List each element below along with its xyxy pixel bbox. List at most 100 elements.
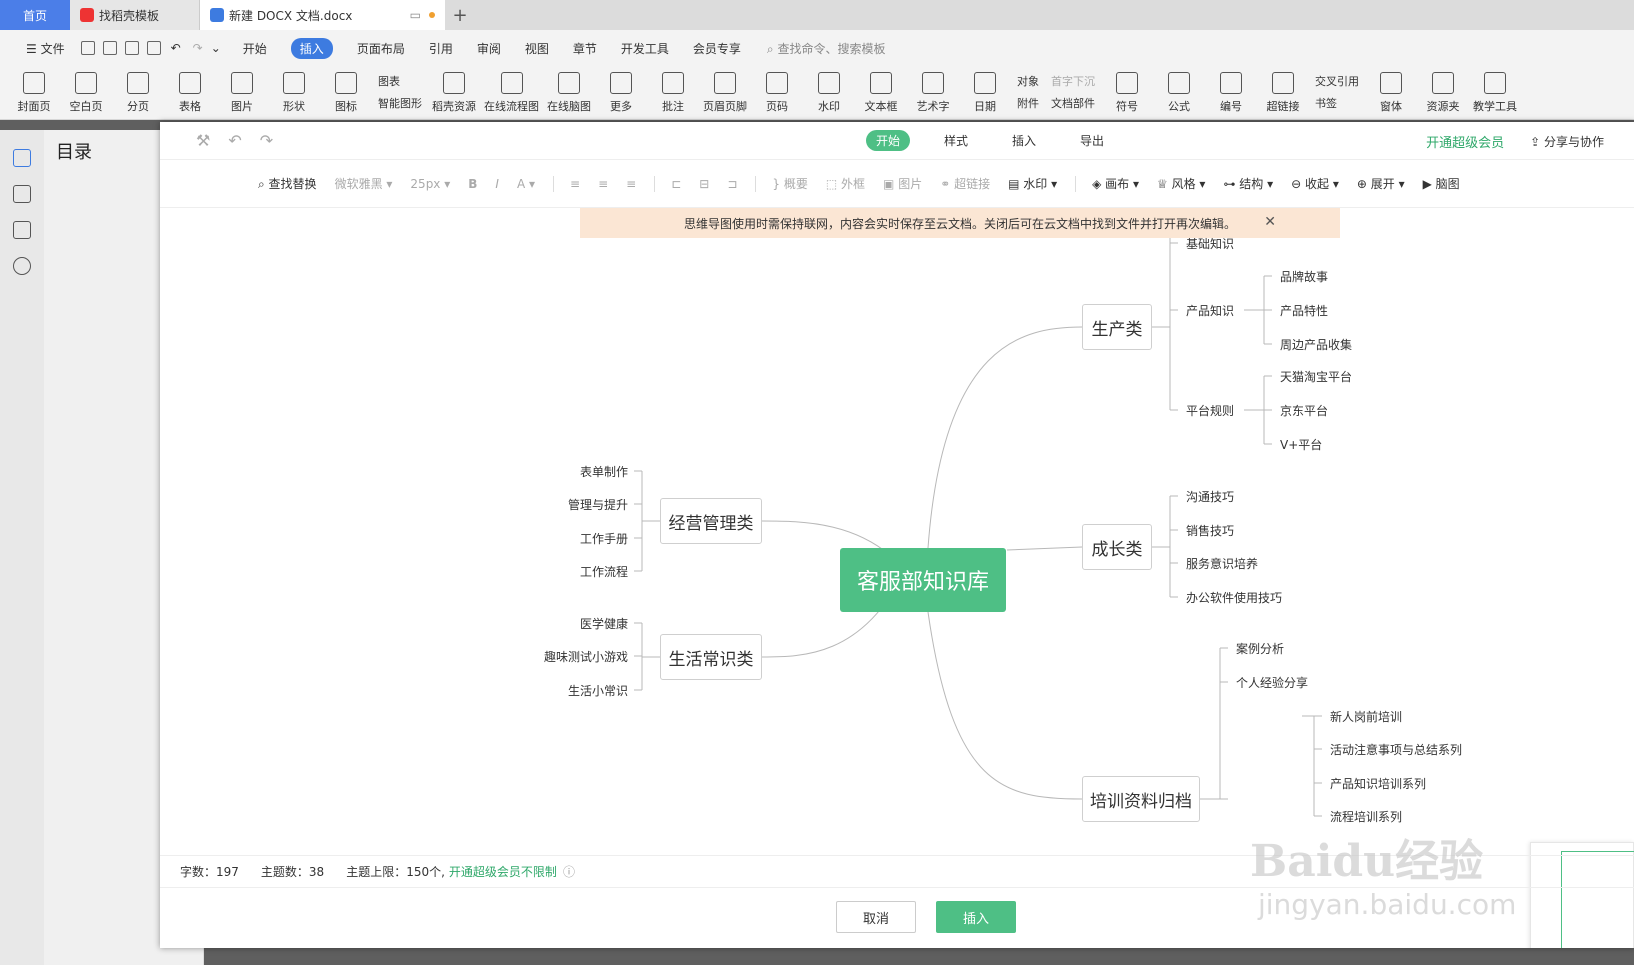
monitor-icon[interactable]: ▭ <box>410 8 421 22</box>
navigation-icon[interactable] <box>13 185 31 203</box>
topic-branch[interactable]: 生活常识类 <box>660 634 762 680</box>
dialog-tab-style[interactable]: 样式 <box>934 130 978 151</box>
format-painter-icon[interactable]: ⚒ <box>196 131 210 150</box>
unlimit-link[interactable]: 开通超级会员不限制 <box>449 863 557 880</box>
save-icon[interactable] <box>80 41 95 55</box>
help-icon[interactable]: ⓘ <box>563 863 575 880</box>
chevron-down-icon[interactable]: ⌄ <box>211 41 221 55</box>
find-replace-button[interactable]: ⌕ 查找替换 <box>258 175 317 192</box>
formula-button[interactable]: 公式 <box>1157 71 1201 114</box>
topic-leaf[interactable]: 产品知识培训系列 <box>1330 775 1426 792</box>
search-icon[interactable] <box>13 257 31 275</box>
blank-page-button[interactable]: 空白页 <box>64 71 108 114</box>
dialog-tab-insert[interactable]: 插入 <box>1002 130 1046 151</box>
crossref-button[interactable]: 交叉引用 <box>1315 71 1359 93</box>
mindmap-button[interactable]: 在线脑图 <box>547 71 591 114</box>
attach-button[interactable]: 附件 <box>1017 93 1039 115</box>
align-center-icon[interactable]: ≡ <box>598 177 608 191</box>
undo-icon[interactable]: ↶ <box>171 41 181 55</box>
image-button[interactable]: ▣ 图片 <box>883 175 922 192</box>
tab-home[interactable]: 首页 <box>0 0 70 30</box>
style-button[interactable]: ♕ 风格 ▾ <box>1157 175 1205 192</box>
slides-button[interactable]: ▶ 脑图 <box>1423 175 1460 192</box>
topic-leaf[interactable]: 沟通技巧 <box>1186 488 1234 505</box>
file-menu[interactable]: ☰ 文件 <box>26 40 65 57</box>
close-icon[interactable]: ✕ <box>1264 214 1276 230</box>
shape-button[interactable]: 形状 <box>272 71 316 114</box>
menu-dev[interactable]: 开发工具 <box>621 40 669 57</box>
insert-button[interactable]: 插入 <box>936 901 1016 933</box>
icon-button[interactable]: 图标 <box>324 71 368 114</box>
page-number-button[interactable]: 页码 <box>755 71 799 114</box>
canvas-button[interactable]: ◈ 画布 ▾ <box>1092 175 1139 192</box>
menu-view[interactable]: 视图 <box>525 40 549 57</box>
parent-topic-icon[interactable]: ⊐ <box>727 177 737 191</box>
menu-start[interactable]: 开始 <box>243 40 267 57</box>
toc-icon[interactable] <box>13 149 31 167</box>
object-button[interactable]: 对象 <box>1017 71 1039 93</box>
outline-button[interactable]: } 概要 <box>772 175 807 192</box>
italic-icon[interactable]: I <box>495 177 499 191</box>
cover-page-button[interactable]: 封面页 <box>12 71 56 114</box>
tab-template[interactable]: 找稻壳模板 <box>70 0 200 30</box>
font-color-icon[interactable]: A ▾ <box>517 177 535 191</box>
menu-review[interactable]: 审阅 <box>477 40 501 57</box>
menu-vip[interactable]: 会员专享 <box>693 40 741 57</box>
child-topic-icon[interactable]: ⊏ <box>671 177 681 191</box>
topic-leaf[interactable]: 销售技巧 <box>1186 522 1234 539</box>
tab-document[interactable]: 新建 DOCX 文档.docx ▭ <box>200 0 445 30</box>
topic-leaf[interactable]: 工作手册 <box>580 530 628 547</box>
topic-branch[interactable]: 生产类 <box>1082 304 1152 350</box>
topic-leaf[interactable]: 产品特性 <box>1280 302 1328 319</box>
docpart-button[interactable]: 文档部件 <box>1051 93 1095 115</box>
menu-chapter[interactable]: 章节 <box>573 40 597 57</box>
topic-branch[interactable]: 成长类 <box>1082 524 1152 570</box>
more-button[interactable]: 更多 <box>599 71 643 114</box>
vip-link[interactable]: 开通超级会员 <box>1426 132 1504 151</box>
topic-leaf[interactable]: 案例分析 <box>1236 640 1284 657</box>
redo-icon[interactable]: ↷ <box>193 41 203 55</box>
flowchart-button[interactable]: 在线流程图 <box>484 71 539 114</box>
topic-leaf[interactable]: 趣味测试小游戏 <box>544 648 628 665</box>
share-button[interactable]: ⇪ 分享与协作 <box>1530 133 1604 150</box>
table-button[interactable]: 表格 <box>168 71 212 114</box>
export-icon[interactable] <box>102 41 117 55</box>
dropcap-button[interactable]: 首字下沉 <box>1051 71 1095 93</box>
root-topic[interactable]: 客服部知识库 <box>840 548 1006 612</box>
topic-leaf[interactable]: 新人岗前培训 <box>1330 708 1402 725</box>
expand-button[interactable]: ⊕ 展开 ▾ <box>1357 175 1405 192</box>
page-break-button[interactable]: 分页 <box>116 71 160 114</box>
mindmap-canvas[interactable]: 客服部知识库 经营管理类 表单制作 管理与提升 工作手册 工作流程 生活常识类 医学健康 趣味测… <box>160 208 1634 855</box>
menu-reference[interactable]: 引用 <box>429 40 453 57</box>
header-footer-button[interactable]: 页眉页脚 <box>703 71 747 114</box>
teaching-tools-button[interactable]: 教学工具 <box>1473 71 1517 114</box>
textbox-button[interactable]: 文本框 <box>859 71 903 114</box>
topic-leaf[interactable]: 产品知识 <box>1186 302 1234 319</box>
topic-leaf[interactable]: 办公软件使用技巧 <box>1186 589 1282 606</box>
topic-leaf[interactable]: 表单制作 <box>580 463 628 480</box>
hyperlink-button[interactable]: 超链接 <box>1261 71 1305 114</box>
topic-leaf[interactable]: 工作流程 <box>580 563 628 580</box>
topic-leaf[interactable]: V+平台 <box>1280 436 1322 453</box>
form-button[interactable]: 窗体 <box>1369 71 1413 114</box>
numbering-button[interactable]: 编号 <box>1209 71 1253 114</box>
picture-button[interactable]: 图片 <box>220 71 264 114</box>
topic-leaf[interactable]: 平台规则 <box>1186 402 1234 419</box>
date-button[interactable]: 日期 <box>963 71 1007 114</box>
topic-leaf[interactable]: 个人经验分享 <box>1236 674 1308 691</box>
resource-folder-button[interactable]: 资源夹 <box>1421 71 1465 114</box>
topic-leaf[interactable]: 医学健康 <box>580 615 628 632</box>
align-right-icon[interactable]: ≡ <box>626 177 636 191</box>
comment-button[interactable]: 批注 <box>651 71 695 114</box>
align-left-icon[interactable]: ≡ <box>570 177 580 191</box>
topic-leaf[interactable]: 周边产品收集 <box>1280 336 1352 353</box>
dialog-tab-export[interactable]: 导出 <box>1070 130 1114 151</box>
bookmark-button[interactable]: 书签 <box>1315 93 1359 115</box>
print-icon[interactable] <box>124 41 139 55</box>
preview-icon[interactable] <box>146 41 161 55</box>
topic-leaf[interactable]: 品牌故事 <box>1280 268 1328 285</box>
cancel-button[interactable]: 取消 <box>836 901 916 933</box>
chart-button[interactable]: 图表 <box>378 71 422 93</box>
undo-icon[interactable]: ↶ <box>228 131 241 150</box>
new-tab-button[interactable]: + <box>445 0 475 30</box>
